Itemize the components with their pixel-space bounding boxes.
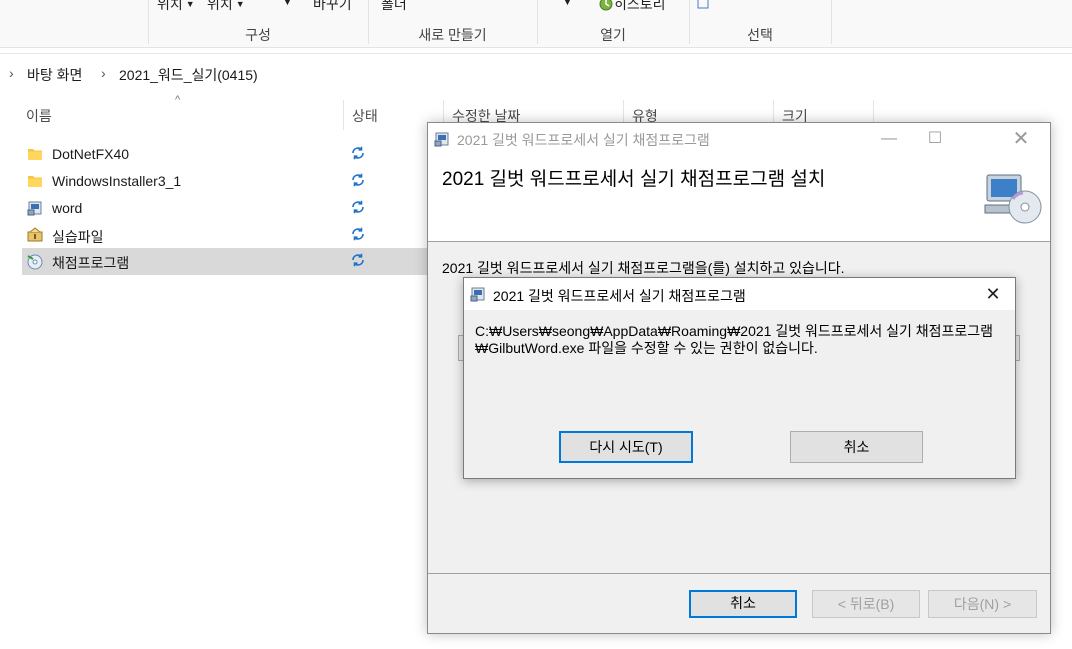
ribbon: 위치 ▼ 위치 ▼ ▼ 바꾸기 폴더 ▼ 히스토리 구성 새로 만들기 열기 선택 bbox=[0, 0, 1072, 48]
installer-title: 2021 길벗 워드프로세서 실기 채점프로그램 bbox=[457, 132, 710, 148]
list-item[interactable]: WindowsInstaller3_1 bbox=[22, 168, 442, 195]
installer-banner: 2021 길벗 워드프로세서 실기 채점프로그램 설치 bbox=[428, 155, 1050, 242]
breadcrumb-current-folder[interactable]: 2021_워드_실기(0415) bbox=[119, 65, 258, 85]
ribbon-label: 위치 bbox=[157, 0, 183, 12]
sort-ascending-icon: ^ bbox=[175, 94, 181, 106]
dropdown-arrow-icon: ▼ bbox=[185, 0, 195, 9]
column-header-status[interactable]: 상태 bbox=[352, 106, 378, 126]
list-item[interactable]: word bbox=[22, 195, 442, 222]
setup-icon bbox=[470, 287, 485, 302]
file-name: WindowsInstaller3_1 bbox=[52, 173, 182, 189]
cancel-button[interactable]: 취소 bbox=[790, 431, 923, 463]
retry-button[interactable]: 다시 시도(T) bbox=[559, 431, 693, 463]
installer-cancel-button[interactable]: 취소 bbox=[689, 590, 797, 618]
ribbon-group-organize: 구성 bbox=[245, 27, 271, 43]
error-message: C:₩Users₩seong₩AppData₩Roaming₩2021 길벗 워… bbox=[475, 323, 994, 356]
installer-heading: 2021 길벗 워드프로세서 실기 채점프로그램 설치 bbox=[442, 169, 826, 190]
archive-icon bbox=[27, 227, 43, 242]
setup-icon bbox=[434, 132, 449, 147]
chevron-right-icon[interactable]: › bbox=[9, 65, 14, 81]
list-item[interactable]: DotNetFX40 bbox=[22, 141, 442, 168]
file-name: word bbox=[52, 200, 83, 216]
close-icon[interactable]: ✕ bbox=[971, 278, 1015, 310]
dropdown-arrow-icon[interactable]: ▼ bbox=[560, 0, 572, 10]
back-button[interactable]: < 뒤로(B) bbox=[812, 590, 920, 618]
setup-icon bbox=[27, 201, 42, 216]
ribbon-group-open: 열기 bbox=[600, 27, 626, 43]
ribbon-rename-button[interactable]: 바꾸기 bbox=[313, 0, 352, 14]
ribbon-copy-to-button[interactable]: 위치 ▼ bbox=[207, 0, 245, 14]
breadcrumb: › 바탕 화면 › 2021_워드_실기(0415) bbox=[0, 53, 1072, 94]
divider bbox=[428, 573, 1050, 574]
minimize-icon[interactable]: — bbox=[866, 123, 912, 155]
error-dialog: 2021 길벗 워드프로세서 실기 채점프로그램 ✕ C:₩Users₩seon… bbox=[463, 277, 1016, 479]
folder-icon bbox=[28, 176, 42, 187]
select-all-icon[interactable] bbox=[697, 0, 711, 10]
next-button[interactable]: 다음(N) > bbox=[928, 590, 1037, 618]
list-item[interactable]: 실습파일 bbox=[22, 222, 442, 249]
column-divider[interactable] bbox=[343, 100, 344, 130]
file-name: 실습파일 bbox=[52, 229, 104, 245]
dropdown-arrow-icon: ▼ bbox=[235, 0, 245, 9]
sync-icon bbox=[352, 200, 364, 214]
ribbon-group-select: 선택 bbox=[747, 27, 773, 43]
dropdown-arrow-icon[interactable]: ▼ bbox=[280, 0, 292, 10]
ribbon-history-button[interactable]: 히스토리 bbox=[598, 0, 666, 14]
sync-icon bbox=[352, 173, 364, 187]
error-dialog-title: 2021 길벗 워드프로세서 실기 채점프로그램 bbox=[493, 288, 746, 304]
folder-icon bbox=[28, 149, 42, 160]
computer-cd-icon bbox=[984, 174, 1042, 224]
installer-titlebar[interactable]: 2021 길벗 워드프로세서 실기 채점프로그램 — ☐ ✕ bbox=[428, 123, 1050, 155]
maximize-icon[interactable]: ☐ bbox=[912, 123, 958, 155]
breadcrumb-desktop[interactable]: 바탕 화면 bbox=[27, 65, 82, 85]
error-dialog-titlebar[interactable]: 2021 길벗 워드프로세서 실기 채점프로그램 ✕ bbox=[464, 278, 1015, 310]
ribbon-new-folder-button[interactable]: 폴더 bbox=[381, 0, 407, 14]
ribbon-label: 위치 bbox=[207, 0, 233, 12]
sync-icon bbox=[352, 253, 364, 267]
column-header-name[interactable]: 이름 bbox=[26, 106, 52, 126]
file-name: 채점프로그램 bbox=[52, 255, 130, 271]
list-item[interactable]: 채점프로그램 bbox=[22, 248, 442, 275]
sync-icon bbox=[352, 146, 364, 160]
ribbon-move-to-button[interactable]: 위치 ▼ bbox=[157, 0, 195, 14]
history-icon bbox=[599, 0, 613, 11]
file-name: DotNetFX40 bbox=[52, 146, 130, 162]
installer-status-text: 2021 길벗 워드프로세서 실기 채점프로그램을(를) 설치하고 있습니다. bbox=[442, 260, 845, 276]
ribbon-group-new: 새로 만들기 bbox=[418, 27, 487, 43]
ribbon-label: 히스토리 bbox=[614, 0, 666, 12]
chevron-right-icon[interactable]: › bbox=[101, 65, 106, 81]
sync-icon bbox=[352, 227, 364, 241]
close-icon[interactable]: ✕ bbox=[998, 123, 1044, 155]
installer-icon bbox=[27, 254, 43, 270]
ribbon-separator bbox=[831, 0, 832, 44]
